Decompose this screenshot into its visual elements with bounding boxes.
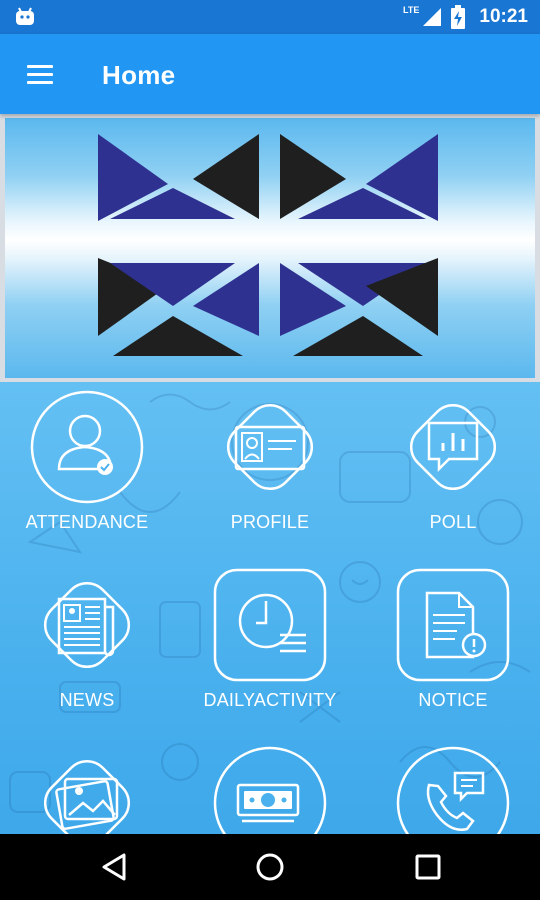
- tile-label: NEWS: [59, 690, 115, 710]
- tile-label: DAILYACTIVITY: [203, 690, 337, 710]
- menu-tile-dailyactivity[interactable]: DAILYACTIVITY: [190, 560, 350, 730]
- network-type: LTE: [403, 5, 420, 15]
- menu-tile-attendance[interactable]: ATTENDANCE: [7, 382, 167, 552]
- tile-label: PROFILE: [230, 512, 310, 532]
- attendance-icon: [30, 390, 144, 504]
- status-bar: LTE 10:21: [0, 0, 540, 34]
- contact-phone-icon: [396, 746, 510, 834]
- notice-document-icon: [396, 568, 510, 682]
- menu-tile-gallery[interactable]: [7, 738, 167, 834]
- tile-label: POLL: [429, 512, 477, 532]
- menu-tile-contact[interactable]: [373, 738, 533, 834]
- banner: [0, 114, 540, 382]
- app-bar: Home: [0, 34, 540, 114]
- tile-label: NOTICE: [418, 690, 488, 710]
- clock-activity-icon: [213, 568, 327, 682]
- clock: 10:21: [479, 6, 528, 27]
- menu-tile-fees[interactable]: [190, 738, 350, 834]
- menu-grid: ATTENDANCE PROFILE POLL NEWS DAILYACTIVI…: [0, 382, 540, 834]
- home-circle-icon[interactable]: [246, 847, 294, 887]
- page-title: Home: [102, 60, 176, 90]
- battery-icon: [451, 5, 466, 29]
- gallery-icon: [43, 759, 131, 834]
- signal-icon: [423, 8, 442, 26]
- android-notification-icon: [16, 7, 34, 25]
- back-triangle-icon[interactable]: [90, 847, 138, 887]
- logo-right-half: [280, 134, 438, 356]
- menu-tile-profile[interactable]: PROFILE: [190, 382, 350, 552]
- menu-tile-poll[interactable]: POLL: [373, 382, 533, 552]
- profile-card-icon: [226, 403, 314, 491]
- system-navigation-bar: [0, 834, 540, 900]
- school-logo: [98, 134, 438, 356]
- recents-square-icon[interactable]: [404, 847, 452, 887]
- menu-tile-news[interactable]: NEWS: [7, 560, 167, 730]
- menu-tile-notice[interactable]: NOTICE: [373, 560, 533, 730]
- hamburger-menu-icon[interactable]: [14, 50, 64, 98]
- poll-chart-icon: [409, 403, 497, 491]
- fees-money-icon: [213, 746, 327, 834]
- logo-left-half: [98, 134, 259, 356]
- tile-label: ATTENDANCE: [25, 512, 149, 532]
- newspaper-icon: [43, 581, 131, 669]
